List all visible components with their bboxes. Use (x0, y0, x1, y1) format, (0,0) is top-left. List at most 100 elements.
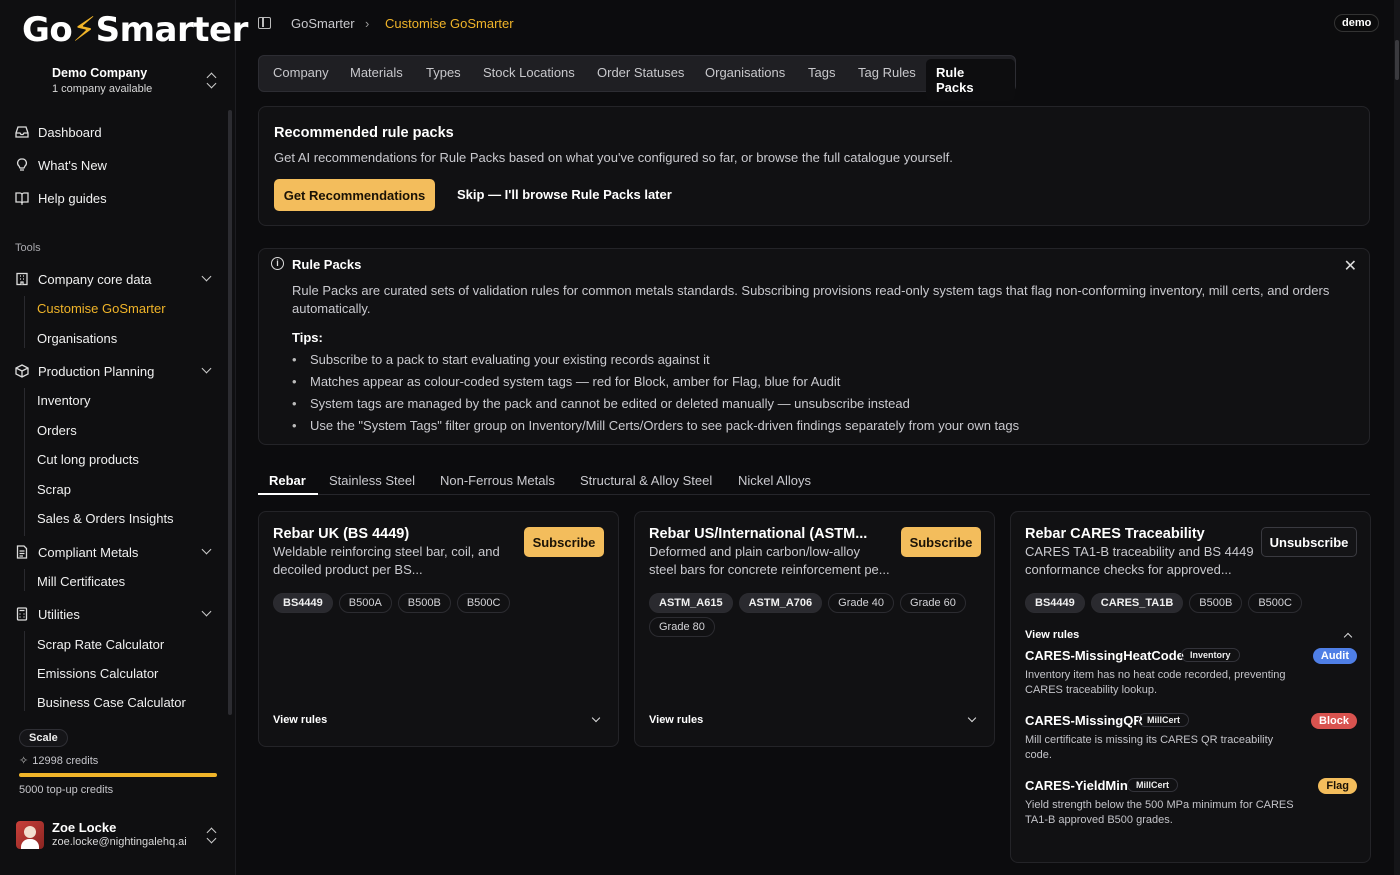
info-text: Rule Packs are curated sets of validatio… (292, 283, 1330, 316)
tab-stock-locations[interactable]: Stock Locations (483, 65, 575, 80)
pack-description: Weldable reinforcing steel bar, coil, an… (273, 544, 500, 577)
tab-tag-rules[interactable]: Tag Rules (858, 65, 916, 80)
page-scrollbar[interactable] (1394, 0, 1400, 875)
view-rules-toggle[interactable]: View rules (1025, 629, 1079, 641)
sidebar-item-emissions-calculator[interactable]: Emissions Calculator (37, 666, 158, 681)
subscribe-button[interactable]: Subscribe (524, 527, 604, 557)
pack-title: Rebar UK (BS 4449) (273, 526, 410, 542)
view-rules-toggle[interactable]: View rules (273, 714, 327, 726)
user-email: zoe.locke@nightingalehq.ai (52, 836, 187, 848)
get-recommendations-button[interactable]: Get Recommendations (274, 179, 435, 211)
sidebar-item-business-case-calculator[interactable]: Business Case Calculator (37, 695, 186, 710)
list-item: Use the "System Tags" filter group on In… (292, 417, 1019, 439)
divider (24, 388, 25, 536)
nav-whats-new[interactable]: What's New (14, 154, 107, 176)
tab-order-statuses[interactable]: Order Statuses (597, 65, 684, 80)
chevrons-up-down-icon (206, 72, 218, 88)
chevron-up-icon[interactable] (1343, 632, 1353, 642)
unsubscribe-button[interactable]: Unsubscribe (1261, 527, 1357, 557)
nav-group-company-core-data[interactable]: Company core data (14, 268, 224, 290)
settings-tabs: Company Materials Types Stock Locations … (258, 55, 1016, 101)
sidebar-item-organisations[interactable]: Organisations (37, 331, 117, 346)
tab-structural-alloy-steel[interactable]: Structural & Alloy Steel (580, 473, 712, 488)
nav-group-compliant-metals[interactable]: Compliant Metals (14, 541, 224, 563)
tab-rule-packs[interactable]: Rule Packs (926, 59, 1015, 101)
rule-name: CARES-MissingQR (1025, 713, 1143, 728)
chevron-down-icon[interactable] (967, 713, 977, 723)
severity-badge: Flag (1318, 778, 1357, 794)
close-icon[interactable]: ✕ (1344, 256, 1357, 276)
tips-title: Tips: (292, 330, 323, 345)
sidebar-item-customise-gosmarter[interactable]: Customise GoSmarter (37, 301, 166, 316)
tab-non-ferrous-metals[interactable]: Non-Ferrous Metals (440, 473, 555, 488)
divider (258, 494, 1370, 495)
sidebar-item-sales-orders-insights[interactable]: Sales & Orders Insights (37, 511, 174, 526)
user-menu[interactable]: Zoe Locke zoe.locke@nightingalehq.ai (14, 817, 224, 853)
rule-item: CARES-MissingHeatCode Inventory Audit In… (1025, 648, 1357, 703)
bolt-icon: ⚡ (72, 10, 96, 50)
rule-item: CARES-YieldMin MillCert Flag Yield stren… (1025, 778, 1357, 833)
skip-button[interactable]: Skip — I'll browse Rule Packs later (457, 187, 672, 202)
tab-tags[interactable]: Tags (808, 65, 835, 80)
tab-stainless-steel[interactable]: Stainless Steel (329, 473, 415, 488)
tab-types[interactable]: Types (426, 65, 461, 80)
tab-rebar[interactable]: Rebar (269, 473, 306, 488)
tools-section-label: Tools (15, 242, 41, 254)
pack-tags: BS4449 B500A B500B B500C (273, 593, 511, 613)
topup-credits: 5000 top-up credits (19, 784, 114, 796)
breadcrumb-current: Customise GoSmarter (385, 16, 514, 31)
tab-organisations[interactable]: Organisations (705, 65, 785, 80)
company-name: Demo Company (52, 66, 148, 80)
subscribe-button[interactable]: Subscribe (901, 527, 981, 557)
breadcrumb-root[interactable]: GoSmarter (291, 16, 355, 31)
sidebar-item-mill-certificates[interactable]: Mill Certificates (37, 574, 125, 589)
tag-chip: BS4449 (273, 593, 333, 613)
sidebar-scrollbar[interactable] (228, 110, 232, 715)
info-icon: i (271, 257, 284, 270)
severity-badge: Audit (1312, 648, 1357, 664)
rule-item: CARES-MissingQR MillCert Block Mill cert… (1025, 713, 1357, 768)
calculator-icon (14, 606, 30, 622)
nav-group-production-planning[interactable]: Production Planning (14, 360, 224, 382)
tag-chip: B500A (338, 593, 392, 613)
tag-chip: Grade 80 (649, 617, 715, 637)
company-count: 1 company available (52, 83, 153, 95)
sidebar-toggle-icon[interactable] (258, 17, 271, 29)
company-switcher[interactable]: Demo Company 1 company available (14, 62, 224, 102)
tab-company[interactable]: Company (273, 65, 329, 80)
page-scrollbar-thumb[interactable] (1395, 40, 1399, 80)
tab-nickel-alloys[interactable]: Nickel Alloys (738, 473, 811, 488)
tag-chip: B500B (397, 593, 451, 613)
sidebar-item-scrap[interactable]: Scrap (37, 482, 71, 497)
rule-pack-card: Rebar UK (BS 4449) Weldable reinforcing … (258, 511, 619, 747)
list-item: Matches appear as colour-coded system ta… (292, 373, 1019, 395)
tag-chip: ASTM_A706 (738, 593, 823, 613)
tag-chip: Grade 60 (900, 593, 966, 613)
view-rules-toggle[interactable]: View rules (649, 714, 703, 726)
nav-help-guides[interactable]: Help guides (14, 187, 107, 209)
breadcrumb-separator: › (365, 16, 370, 31)
sidebar-item-scrap-rate-calculator[interactable]: Scrap Rate Calculator (37, 637, 164, 652)
chevron-down-icon (201, 363, 212, 374)
chevron-down-icon (201, 544, 212, 555)
recommended-title: Recommended rule packs (274, 125, 454, 141)
sidebar-item-orders[interactable]: Orders (37, 423, 77, 438)
tab-materials[interactable]: Materials (350, 65, 403, 80)
chevron-down-icon[interactable] (591, 713, 601, 723)
nav-dashboard[interactable]: Dashboard (14, 121, 102, 143)
sidebar: Go⚡Smarter Demo Company 1 company availa… (0, 0, 248, 875)
rule-name: CARES-YieldMin (1025, 778, 1128, 793)
sidebar-item-cut-long-products[interactable]: Cut long products (37, 452, 139, 467)
gosmarter-logo[interactable]: Go⚡Smarter (22, 10, 248, 50)
package-icon (14, 363, 30, 379)
tips-list: Subscribe to a pack to start evaluating … (292, 351, 1019, 439)
list-item: System tags are managed by the pack and … (292, 395, 1019, 417)
nav-group-utilities[interactable]: Utilities (14, 603, 224, 625)
book-icon (14, 190, 30, 206)
tag-chip: ASTM_A615 (649, 593, 733, 613)
chevrons-up-down-icon (206, 827, 218, 843)
divider (24, 631, 25, 711)
pack-title: Rebar CARES Traceability (1025, 526, 1205, 542)
tag-chip: B500C (1248, 593, 1302, 613)
sidebar-item-inventory[interactable]: Inventory (37, 393, 90, 408)
